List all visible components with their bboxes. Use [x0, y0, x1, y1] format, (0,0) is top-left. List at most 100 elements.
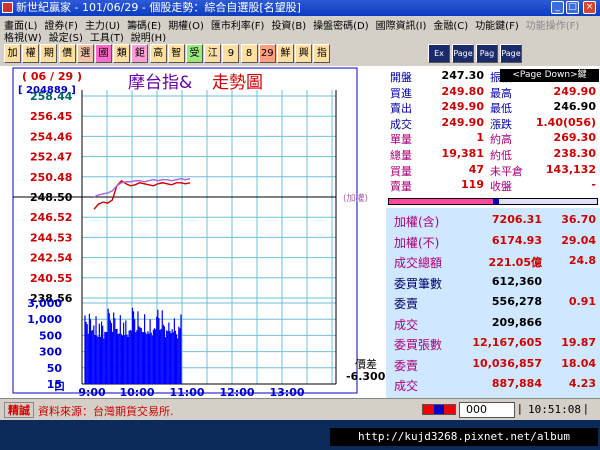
market-label: 成交 — [394, 379, 419, 393]
code-input[interactable]: 000 — [459, 402, 515, 418]
watermark-url: http://kujd3268.pixnet.net/album — [330, 428, 598, 446]
toolbar-button[interactable]: 高 — [149, 44, 167, 63]
toolbar: 加權期價選國類鉅高智受江 9 8 29 鮮興指 Ex Page Pag Page — [0, 42, 600, 67]
time-tick-label: 11:00 — [169, 386, 204, 398]
page-down-tooltip: <Page Down>鍵 — [500, 69, 599, 82]
quote-label: 最低 — [490, 102, 512, 116]
price-tick-label: 242.54 — [30, 252, 73, 265]
price-tick-label: 246.52 — [30, 211, 72, 224]
menu-item[interactable]: 匯市利率(F) — [211, 17, 265, 32]
bid-ask-bar — [422, 404, 456, 415]
spread-value: -6.300 — [346, 370, 386, 383]
menu-item[interactable]: 投資(B) — [271, 17, 306, 32]
market-summary: 加權(含) 7206.31 36.70 加權(不) 6174.93 29.04 成交總額 22… — [386, 208, 600, 398]
menu-item[interactable]: 期權(O) — [168, 17, 204, 32]
quote-value: 238.30 — [553, 147, 596, 160]
market-label: 委買筆數 — [394, 276, 443, 291]
market-label: 委賣 — [394, 358, 419, 373]
market-label: 成交總額 — [394, 256, 443, 270]
toolbar-button[interactable]: 智 — [167, 44, 185, 63]
market-value: 221.05億 — [488, 256, 542, 269]
menu-item[interactable]: 功能操作(F) — [526, 17, 580, 32]
market-label: 加權(不) — [394, 235, 440, 250]
price-tick-label: 250.48 — [30, 171, 72, 184]
quote-value: 247.30 — [441, 69, 484, 82]
menu-item[interactable]: 國際資訊(I) — [376, 17, 427, 32]
quote-value: 1 — [476, 131, 484, 145]
close-icon[interactable]: × — [583, 1, 596, 14]
clock: 10:51:08 — [528, 403, 581, 416]
minimize-icon[interactable]: _ — [551, 1, 564, 14]
time-tick-label: 13:00 — [269, 386, 304, 398]
quote-value: 249.80 — [441, 84, 484, 98]
spread-label: 價差 — [355, 357, 377, 371]
quote-value: 249.90 — [441, 100, 484, 114]
quote-label: 賣量 — [390, 180, 412, 194]
price-tick-label: 248.50 — [30, 191, 73, 204]
quote-value: 119 — [461, 178, 484, 192]
toolbar-icon-button[interactable]: Pag — [476, 44, 498, 63]
market-label: 委賣 — [394, 297, 419, 311]
toolbar-button[interactable]: 國 — [95, 44, 112, 63]
toolbar-icon-button[interactable]: Ex — [428, 44, 450, 63]
price-tick-label: 252.47 — [30, 151, 72, 164]
toolbar-icon-button[interactable]: Page — [500, 44, 522, 63]
toolbar-button[interactable]: 權 — [22, 44, 40, 63]
price-tick-label: 244.53 — [30, 231, 72, 244]
market-label: 委買張數 — [394, 338, 443, 352]
broker-tag: 精誠 — [4, 402, 34, 418]
chart-code: [ 204889 ] — [18, 85, 76, 96]
market-change: 19.87 — [561, 336, 596, 349]
toolbar-button[interactable]: 鮮 — [277, 44, 294, 63]
toolbar-icon-button[interactable]: Page — [452, 44, 474, 63]
toolbar-button[interactable]: 類 — [113, 44, 131, 63]
toolbar-button[interactable]: 鉅 — [131, 44, 149, 63]
market-value: 6174.93 — [491, 233, 542, 247]
quote-label: 買進 — [390, 86, 412, 100]
market-change: 29.04 — [561, 233, 596, 247]
maximize-icon[interactable]: □ — [566, 1, 579, 14]
toolbar-button[interactable]: 加 — [4, 44, 21, 63]
quote-label: 漲跌 — [490, 117, 512, 131]
price-tick-label: 254.46 — [30, 130, 73, 143]
price-tick-label: 240.55 — [30, 272, 72, 285]
quote-value: 19,381 — [441, 147, 484, 160]
market-label: 成交 — [394, 317, 419, 332]
quote-panel: 開盤247.30振幅%買進249.80最高249.90賣出249.90最低246… — [386, 66, 600, 398]
toolbar-button[interactable]: 指 — [313, 44, 331, 63]
menu-item[interactable]: 功能鍵(F) — [475, 17, 519, 32]
quote-value: 143,132 — [545, 162, 596, 176]
toolbar-button[interactable]: 選 — [76, 44, 94, 63]
volume-tick-label: 300 — [39, 346, 62, 359]
menu-item[interactable]: 操盤密碼(D) — [313, 17, 369, 32]
market-change: 4.23 — [568, 377, 596, 390]
toolbar-button[interactable]: 興 — [295, 44, 313, 63]
menu-item[interactable]: 金融(C) — [433, 17, 468, 32]
toolbar-button[interactable]: 受 — [186, 44, 203, 63]
quote-label: 總量 — [390, 149, 412, 162]
quote-label: 開盤 — [390, 71, 412, 84]
toolbar-button[interactable]: 9 — [222, 44, 240, 63]
quote-value: 249.90 — [553, 84, 596, 98]
quote-label: 成交 — [390, 117, 412, 131]
toolbar-button[interactable]: 價 — [58, 44, 76, 63]
toolbar-button[interactable]: 29 — [258, 44, 276, 63]
toolbar-button[interactable]: 8 — [240, 44, 258, 63]
volume-unit-label: 口 — [54, 380, 65, 393]
status-bar: 精誠 資料來源：台灣期貨交易所. 000 | 10:51:08 | — [0, 398, 600, 421]
quote-label: 買量 — [390, 164, 412, 178]
window-title: 新世紀贏家 - 101/06/29 - 個股走勢：綜合自選股[名望股] — [16, 1, 301, 14]
ratio-bar — [388, 198, 598, 205]
time-tick-label: 9:00 — [78, 386, 106, 398]
quote-value: 246.90 — [553, 100, 596, 114]
time-tick-label: 10:00 — [119, 386, 154, 398]
chart-canvas: 258.44256.45254.46252.47250.48248.50246.… — [12, 67, 386, 399]
market-value: 12,167,605 — [472, 336, 542, 349]
quote-value: 249.90 — [441, 115, 484, 129]
price-tick-label: 256.45 — [30, 110, 72, 123]
toolbar-button[interactable]: 江 — [204, 44, 222, 63]
toolbar-button[interactable]: 期 — [40, 44, 58, 63]
market-value: 612,360 — [491, 274, 542, 288]
quote-label: 約高 — [490, 133, 512, 147]
trend-chart: 258.44 256.45 254.46 252.47 250.48 248.50 246.… — [0, 66, 386, 399]
